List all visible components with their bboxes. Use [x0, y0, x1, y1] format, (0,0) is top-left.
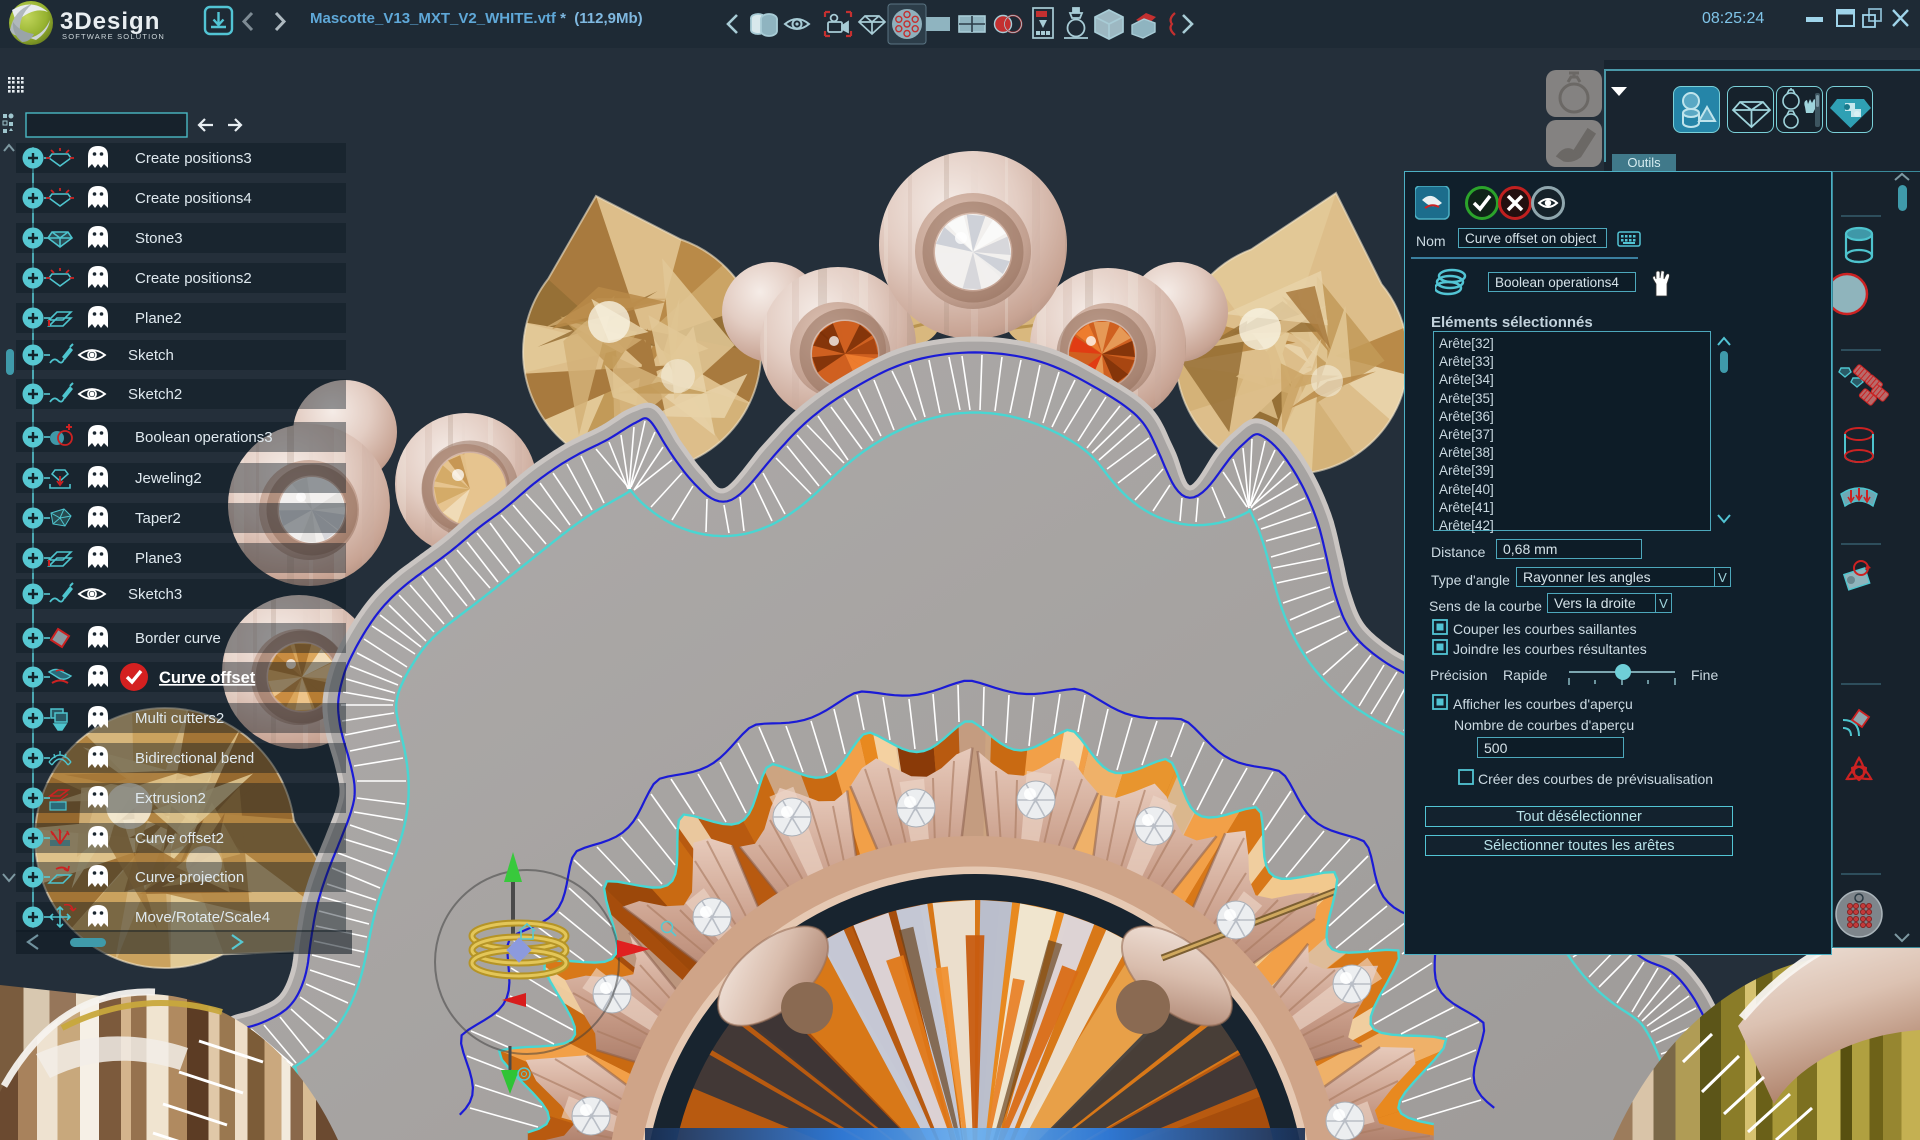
svg-text:SOFTWARE SOLUTION: SOFTWARE SOLUTION — [62, 32, 165, 41]
svg-text:Curve projection: Curve projection — [135, 869, 244, 886]
svg-text:Create positions3: Create positions3 — [135, 150, 252, 167]
svg-text:Create positions2: Create positions2 — [135, 270, 252, 287]
svg-text:3Design: 3Design — [60, 8, 160, 35]
svg-text:Create positions4: Create positions4 — [135, 190, 252, 207]
svg-text:Border curve: Border curve — [135, 630, 221, 647]
svg-text:Jeweling2: Jeweling2 — [135, 470, 202, 487]
svg-text:Move/Rotate/Scale4: Move/Rotate/Scale4 — [135, 909, 270, 926]
svg-text:Multi cutters2: Multi cutters2 — [135, 710, 224, 727]
svg-text:Bidirectional bend: Bidirectional bend — [135, 750, 254, 767]
svg-text:Taper2: Taper2 — [135, 510, 181, 527]
svg-text:Boolean operations3: Boolean operations3 — [135, 429, 273, 446]
svg-text:Extrusion2: Extrusion2 — [135, 790, 206, 807]
svg-text:Sketch: Sketch — [128, 347, 174, 364]
svg-text:Curve offset: Curve offset — [159, 669, 256, 687]
svg-text:Sketch3: Sketch3 — [128, 586, 182, 603]
svg-text:Plane3: Plane3 — [135, 550, 182, 567]
svg-text:Curve offset2: Curve offset2 — [135, 830, 224, 847]
svg-text:Plane2: Plane2 — [135, 310, 182, 327]
svg-text:Sketch2: Sketch2 — [128, 386, 182, 403]
svg-text:Stone3: Stone3 — [135, 230, 183, 247]
